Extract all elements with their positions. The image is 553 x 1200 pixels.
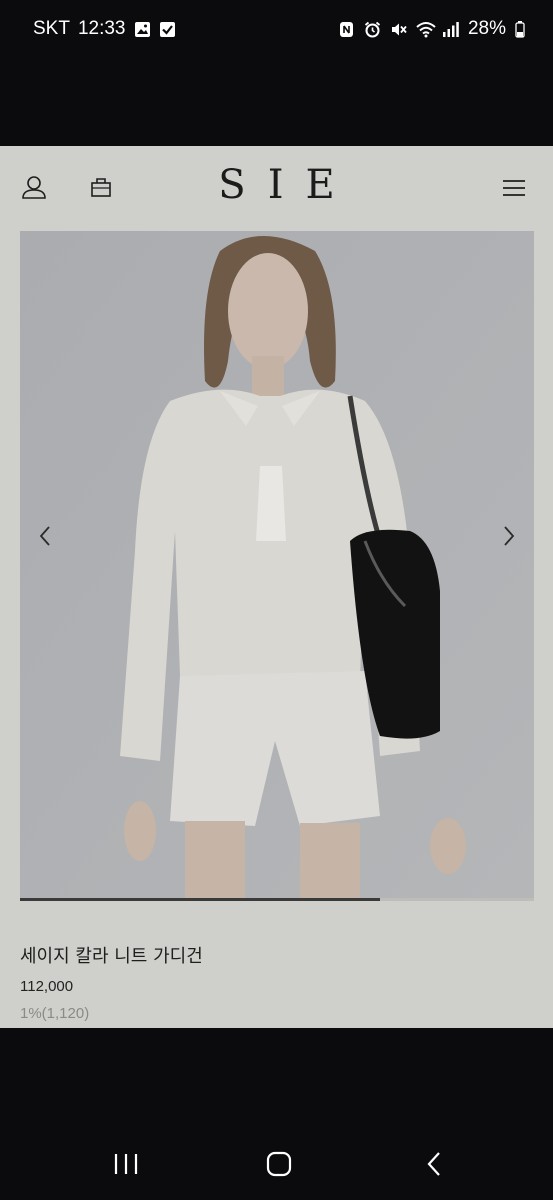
- status-right: 28%: [338, 18, 525, 40]
- back-icon[interactable]: [418, 1148, 454, 1180]
- clock: 12:33: [77, 18, 126, 39]
- mute-icon: [390, 21, 407, 38]
- product-photo: [20, 231, 534, 899]
- checkbox-icon: [159, 21, 176, 38]
- chevron-right-icon[interactable]: [496, 521, 520, 551]
- carrier-label: SKT: [33, 18, 70, 39]
- hamburger-menu-icon[interactable]: [500, 173, 530, 203]
- brand-logo[interactable]: SIE: [0, 162, 553, 208]
- battery-percent: 28%: [467, 18, 506, 39]
- chevron-left-icon[interactable]: [34, 521, 58, 551]
- home-icon[interactable]: [262, 1148, 298, 1180]
- gallery-icon: [134, 21, 151, 38]
- product-price: 112,000: [20, 978, 74, 995]
- product-image-carousel[interactable]: [20, 231, 534, 899]
- carousel-progress-track: [20, 898, 534, 901]
- battery-icon: [515, 20, 525, 38]
- system-navigation-bar: [0, 1128, 553, 1200]
- product-name: 세이지 칼라 니트 가디건: [20, 946, 203, 967]
- signal-icon: [442, 21, 459, 38]
- product-points: 1%(1,120): [20, 1005, 90, 1022]
- site-header: SIE: [0, 146, 553, 230]
- status-bar: SKT 12:33 28%: [0, 0, 553, 60]
- alarm-icon: [364, 21, 381, 38]
- wifi-icon: [416, 21, 436, 38]
- nfc-icon: [338, 21, 355, 38]
- status-left: SKT 12:33: [33, 18, 176, 40]
- carousel-progress-fill: [20, 898, 380, 901]
- recent-apps-icon[interactable]: [108, 1148, 144, 1180]
- web-page: SIE 세이지 칼라 니트 가디건 112,000 1%(1,120): [0, 146, 553, 1028]
